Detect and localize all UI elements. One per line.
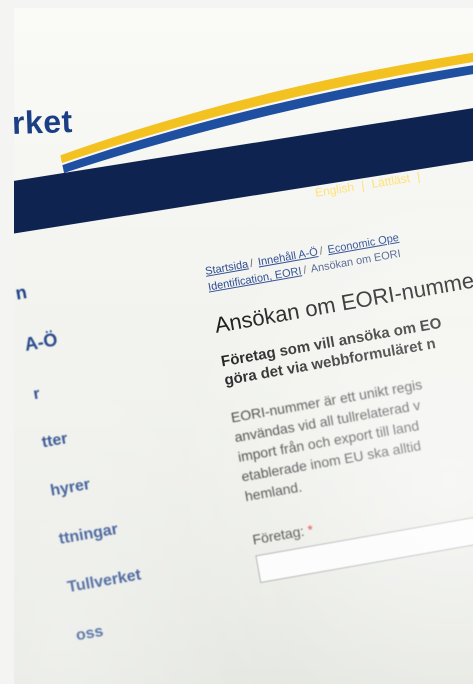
sidebar-nav: n A-Ö r tter hyrer ttningar Tullverket o… xyxy=(14,258,231,676)
lang-separator: | xyxy=(360,178,366,193)
sidebar-item-tullverket[interactable]: Tullverket xyxy=(66,553,217,597)
lang-separator: | xyxy=(415,169,422,184)
sidebar-item[interactable]: ttningar xyxy=(58,505,209,549)
sidebar-item[interactable]: r xyxy=(32,360,183,404)
required-marker: * xyxy=(306,521,315,538)
sidebar-item[interactable]: oss xyxy=(75,602,226,646)
sidebar-item-a-o[interactable]: A-Ö xyxy=(23,309,174,356)
sidebar-item[interactable]: n xyxy=(14,258,165,305)
breadcrumb-current: Ansökan om EORI xyxy=(309,247,402,276)
browser-screen: rket English | Lättläst | n A-Ö r tter h… xyxy=(14,8,473,684)
company-label-text: Företag: xyxy=(251,522,306,548)
sidebar-item[interactable]: hyrer xyxy=(49,457,200,501)
sidebar-item[interactable]: tter xyxy=(41,409,192,453)
main-content: Startsida/ Innehåll A-Ö/ Economic Ope Id… xyxy=(204,198,473,584)
